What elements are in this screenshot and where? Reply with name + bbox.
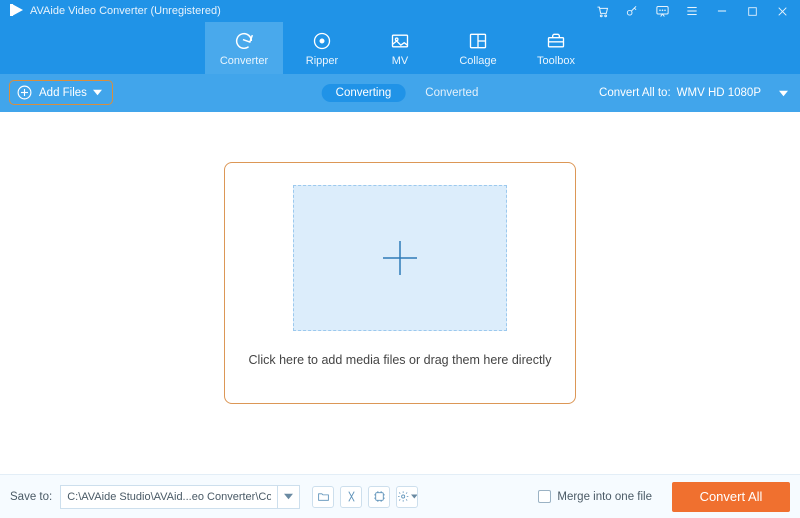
nav-toolbox[interactable]: Toolbox <box>517 22 595 74</box>
tab-converting[interactable]: Converting <box>322 84 406 102</box>
footer-bar: Save to: Merge into one file Convert All <box>0 474 800 518</box>
chevron-down-icon <box>779 89 788 98</box>
output-format-select[interactable]: WMV HD 1080P <box>677 87 788 99</box>
app-logo-icon <box>10 3 24 20</box>
merge-label: Merge into one file <box>557 491 652 503</box>
sub-nav: Add Files Converting Converted Convert A… <box>0 74 800 112</box>
collage-icon <box>468 30 488 52</box>
mv-icon <box>390 30 410 52</box>
ripper-icon <box>312 30 332 52</box>
maximize-icon[interactable] <box>744 3 760 19</box>
plus-icon <box>377 235 423 281</box>
feedback-icon[interactable] <box>654 3 670 19</box>
key-icon[interactable] <box>624 3 640 19</box>
titlebar: AVAide Video Converter (Unregistered) <box>0 0 800 22</box>
open-folder-button[interactable] <box>312 486 334 508</box>
nav-converter[interactable]: Converter <box>205 22 283 74</box>
dropzone-inner[interactable] <box>293 185 507 331</box>
output-format-value: WMV HD 1080P <box>677 87 761 99</box>
nav-ripper[interactable]: Ripper <box>283 22 361 74</box>
nav-label: Collage <box>459 55 496 67</box>
tab-converted[interactable]: Converted <box>425 87 478 99</box>
chevron-down-icon <box>93 88 102 97</box>
compress-tool-button[interactable] <box>340 486 362 508</box>
nav-label: Toolbox <box>537 55 575 67</box>
merge-checkbox[interactable]: Merge into one file <box>538 490 652 503</box>
cart-icon[interactable] <box>594 3 610 19</box>
save-path-input[interactable] <box>60 485 278 509</box>
nav-mv[interactable]: MV <box>361 22 439 74</box>
window-title: AVAide Video Converter (Unregistered) <box>30 5 221 17</box>
dropzone-text: Click here to add media files or drag th… <box>249 353 552 367</box>
add-files-label: Add Files <box>39 87 87 99</box>
dropzone[interactable]: Click here to add media files or drag th… <box>224 162 576 404</box>
gpu-accel-button[interactable] <box>368 486 390 508</box>
close-icon[interactable] <box>774 3 790 19</box>
minimize-icon[interactable] <box>714 3 730 19</box>
chevron-down-icon <box>284 492 293 501</box>
chevron-down-icon <box>411 493 418 500</box>
menu-icon[interactable] <box>684 3 700 19</box>
save-path-dropdown[interactable] <box>278 485 300 509</box>
nav-label: MV <box>392 55 409 67</box>
nav-label: Converter <box>220 55 268 67</box>
main-pane: Click here to add media files or drag th… <box>0 112 800 454</box>
main-nav: Converter Ripper MV Collage Toolbox <box>0 22 800 74</box>
settings-button[interactable] <box>396 486 418 508</box>
convert-all-button[interactable]: Convert All <box>672 482 790 512</box>
convert-all-to-label: Convert All to: <box>599 87 671 99</box>
nav-collage[interactable]: Collage <box>439 22 517 74</box>
checkbox-box <box>538 490 551 503</box>
plus-circle-icon <box>16 84 33 101</box>
add-files-button[interactable]: Add Files <box>9 80 113 105</box>
toolbox-icon <box>546 30 566 52</box>
save-to-label: Save to: <box>10 491 52 503</box>
nav-label: Ripper <box>306 55 338 67</box>
converter-icon <box>233 30 255 52</box>
